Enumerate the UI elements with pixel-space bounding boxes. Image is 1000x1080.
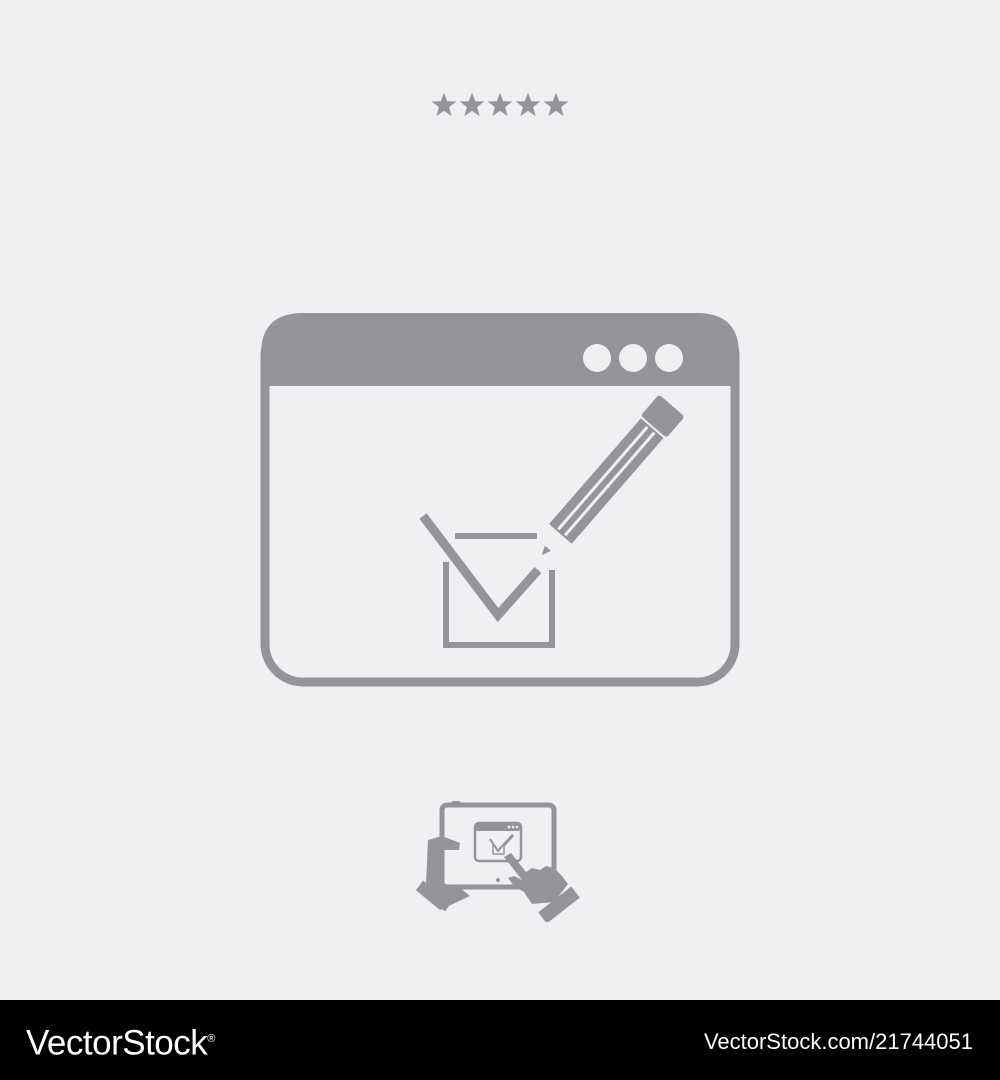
star-icon xyxy=(459,92,485,116)
window-dot-1 xyxy=(583,344,611,372)
star-icon xyxy=(515,92,541,116)
star-icon xyxy=(431,92,457,116)
vectorstock-logo: VectorStock® xyxy=(26,1019,215,1064)
browser-window-checkbox-pencil-icon xyxy=(260,313,740,687)
image-id-text: VectorStock.com/21744051 xyxy=(703,1029,973,1054)
star-icon xyxy=(543,92,569,116)
stars-group xyxy=(431,92,569,116)
tablet-home-button xyxy=(496,878,500,882)
footer-watermark-bar: VectorStock® VectorStock.com/21744051 xyxy=(0,1000,1000,1080)
check-mark xyxy=(419,513,542,623)
right-hand-pointing-icon xyxy=(504,853,568,904)
registered-mark: ® xyxy=(207,1033,215,1045)
star-rating xyxy=(431,92,569,116)
window-dot-3 xyxy=(655,344,683,372)
window-dot-2 xyxy=(619,344,647,372)
star-icon xyxy=(487,92,513,116)
tablet-hands-touch-icon xyxy=(415,801,580,922)
stock-image-canvas: VectorStock® VectorStock.com/21744051 xyxy=(0,0,1000,1080)
tablet-button xyxy=(452,801,460,805)
pencil-icon xyxy=(542,395,684,555)
brand-name: VectorStock xyxy=(26,1023,208,1063)
